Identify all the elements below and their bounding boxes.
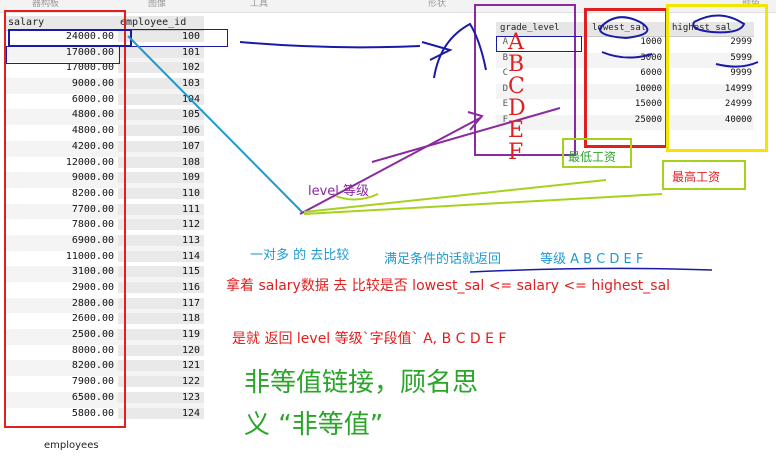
compare-note: 拿着 salary数据 去 比较是否 lowest_sal <= salary … <box>226 278 671 294</box>
letter: E <box>508 118 525 143</box>
purple-arrow <box>299 117 481 215</box>
big-note-line1: 非等值链接，顾名思 <box>244 368 479 398</box>
one-to-many-note: 一对多 的 去比较 <box>250 248 350 263</box>
letter: F <box>508 140 524 165</box>
grade-letters-note: 等级 A B C D E F <box>540 252 644 267</box>
level-label: level 等级 <box>308 184 370 199</box>
big-note-line2: 义 “非等值” <box>244 410 384 440</box>
underline-5999 <box>715 61 759 68</box>
cyan-line <box>127 35 303 213</box>
underline-3000 <box>601 51 653 59</box>
handwritten-letters: A B C D E F <box>508 32 538 164</box>
highest-label: 最高工资 <box>672 170 721 184</box>
return-if-note: 满足条件的话就返回 <box>384 252 502 267</box>
arrow-to-grades <box>239 41 421 49</box>
circle-highest <box>692 14 746 34</box>
underline-grades <box>469 267 713 273</box>
curve-stroke <box>433 22 487 79</box>
is-return-note: 是就 返回 level 等级`字段值` A, B C D E F <box>232 331 507 347</box>
lowest-label: 最低工资 <box>568 150 617 164</box>
letter: D <box>508 96 526 121</box>
letter: C <box>508 74 525 99</box>
circle-lowest <box>598 16 649 40</box>
letter: A <box>508 30 524 55</box>
letter: B <box>508 52 525 77</box>
